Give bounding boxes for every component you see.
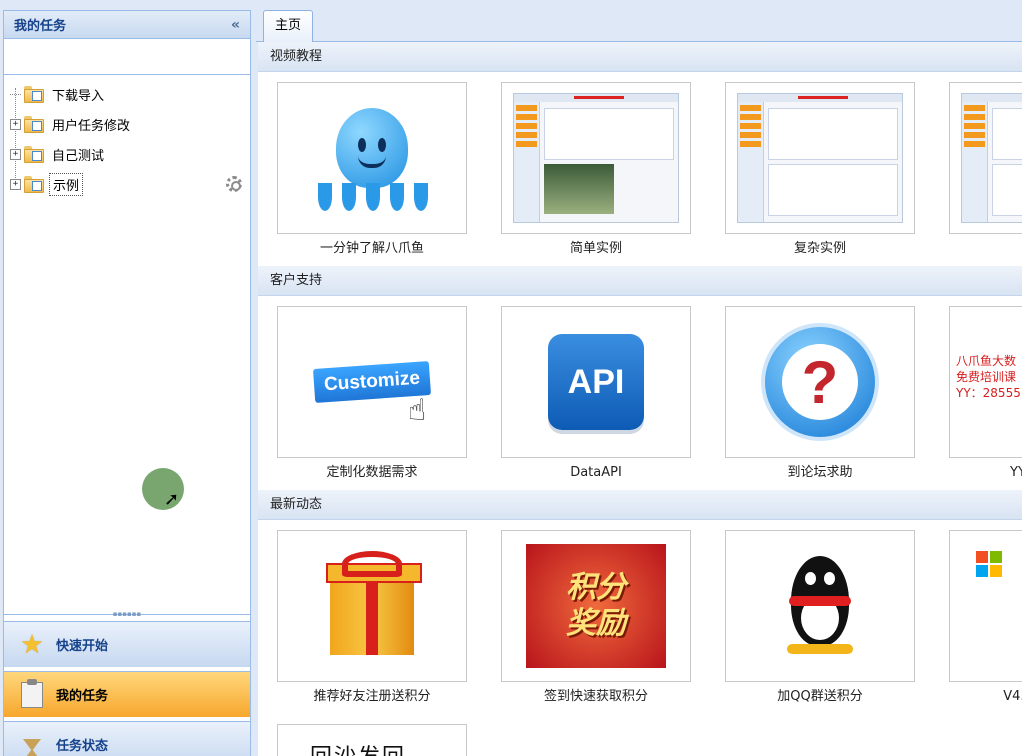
expand-icon[interactable]: + [10, 148, 21, 160]
tree-node-label: 下载导入 [52, 88, 105, 104]
section-header-video-tutorials: 视频教程 [258, 42, 1022, 72]
expand-icon[interactable]: + [10, 178, 21, 190]
hourglass-icon [18, 731, 46, 756]
card-qr-partial[interactable]: 回沙发回 [277, 724, 467, 756]
gift-box-icon [326, 563, 422, 655]
yy-line: YY：28555 [956, 386, 1021, 400]
card-caption[interactable]: V4.0发布，全 [949, 682, 1022, 712]
gift-thumbnail[interactable] [277, 530, 467, 682]
tree-node-label: 示例 [49, 172, 84, 196]
card-qq-group-points[interactable]: 加QQ群送积分 [725, 530, 915, 712]
card-yy-course[interactable]: 八爪鱼大数 免费培训课 YY：28555 YY免费课程 [949, 306, 1022, 488]
tree-node-example[interactable]: + 示例 [4, 169, 250, 199]
api-thumbnail[interactable]: API [501, 306, 691, 458]
release-thumbnail[interactable] [949, 530, 1022, 682]
folder-icon [23, 86, 45, 103]
card-simple-example[interactable]: 简单实例 [501, 82, 691, 264]
tree-node-label: 自己测试 [52, 148, 105, 164]
latest-news-cards: 推荐好友注册送积分 积分 奖励 签到快速获取积分 加QQ群送积分 V4 [258, 520, 1022, 714]
task-tree: 下载导入 + 用户任务修改 + 自己测试 + 示例 ➚ [4, 75, 250, 615]
accordion-quick-start[interactable]: ★ 快速开始 [4, 621, 250, 667]
question-glyph: ? [782, 344, 858, 420]
tree-node-download-import[interactable]: 下载导入 [4, 79, 250, 109]
accordion-task-status[interactable]: 任务状态 [4, 721, 250, 756]
card-advanced-example[interactable]: 高 [949, 82, 1022, 264]
gear-icon[interactable] [226, 176, 242, 192]
left-panel: 我的任务 « 下载导入 + 用户任务修改 + 自己测试 + 示例 ➚ ▪▪▪▪▪… [3, 10, 251, 756]
screenshot-thumbnail[interactable] [949, 82, 1022, 234]
tab-bar: 主页 [256, 0, 1022, 42]
left-panel-title: 我的任务 [14, 19, 67, 34]
accordion-my-tasks[interactable]: 我的任务 [4, 671, 250, 717]
windows-logo-icon [976, 551, 1002, 577]
card-data-api[interactable]: API DataAPI [501, 306, 691, 488]
clipboard-icon [18, 678, 46, 709]
customer-support-cards: Customize ☝ 定制化数据需求 API DataAPI ? 到论坛求助 … [258, 296, 1022, 490]
card-forum-help[interactable]: ? 到论坛求助 [725, 306, 915, 488]
yy-line: 免费培训课 [956, 370, 1017, 384]
qr-code-partial-text: 回沙发回 [278, 739, 438, 756]
tree-connector [10, 93, 21, 95]
card-caption[interactable]: 高 [949, 234, 1022, 264]
yy-thumbnail[interactable]: 八爪鱼大数 免费培训课 YY：28555 [949, 306, 1022, 458]
card-complex-example[interactable]: 复杂实例 [725, 82, 915, 264]
points-reward-banner: 积分 奖励 [526, 544, 666, 668]
question-mark-icon: ? [761, 323, 879, 441]
card-caption[interactable]: 签到快速获取积分 [501, 682, 691, 712]
card-caption[interactable]: 复杂实例 [725, 234, 915, 264]
tree-search-box[interactable] [4, 39, 250, 75]
home-content: 视频教程 一分钟了解八爪鱼 简单实例 复杂实例 客户支持 Customize ☝… [258, 42, 1022, 756]
gift-bow [342, 551, 402, 577]
mouse-cursor-icon: ➚ [164, 489, 180, 510]
card-v4-release[interactable]: V4.0发布，全 [949, 530, 1022, 712]
qq-penguin-icon [785, 556, 855, 656]
card-caption[interactable]: 一分钟了解八爪鱼 [277, 234, 467, 264]
yy-course-text: 八爪鱼大数 免费培训课 YY：28555 [956, 353, 1021, 401]
customize-thumbnail[interactable]: Customize ☝ [277, 306, 467, 458]
tab-home[interactable]: 主页 [263, 10, 313, 42]
section-header-latest-news: 最新动态 [258, 490, 1022, 520]
left-panel-header: 我的任务 « [4, 11, 250, 39]
tree-node-label: 用户任务修改 [52, 118, 131, 134]
card-caption[interactable]: 定制化数据需求 [277, 458, 467, 488]
banner-line: 积分 [566, 570, 626, 605]
card-checkin-points[interactable]: 积分 奖励 签到快速获取积分 [501, 530, 691, 712]
splitter-grip[interactable]: ▪▪▪▪▪▪ [4, 611, 250, 619]
qq-thumbnail[interactable] [725, 530, 915, 682]
card-one-minute-intro[interactable]: 一分钟了解八爪鱼 [277, 82, 467, 264]
card-caption[interactable]: 推荐好友注册送积分 [277, 682, 467, 712]
star-icon: ★ [20, 629, 44, 660]
folder-icon [23, 146, 45, 163]
video-tutorial-cards: 一分钟了解八爪鱼 简单实例 复杂实例 高 [258, 72, 1022, 266]
card-caption[interactable]: 简单实例 [501, 234, 691, 264]
tree-node-self-test[interactable]: + 自己测试 [4, 139, 250, 169]
folder-icon [23, 116, 45, 133]
yy-line: 八爪鱼大数 [956, 354, 1017, 368]
points-reward-thumbnail[interactable]: 积分 奖励 [501, 530, 691, 682]
card-custom-data[interactable]: Customize ☝ 定制化数据需求 [277, 306, 467, 488]
collapse-icon[interactable]: « [231, 17, 240, 33]
help-thumbnail[interactable]: ? [725, 306, 915, 458]
banner-line: 奖励 [566, 606, 626, 641]
tree-node-user-task-edit[interactable]: + 用户任务修改 [4, 109, 250, 139]
accordion-label: 快速开始 [56, 639, 109, 654]
card-caption[interactable]: DataAPI [501, 458, 691, 488]
expand-icon[interactable]: + [10, 118, 21, 130]
accordion-label: 任务状态 [56, 739, 109, 754]
screenshot-thumbnail[interactable] [501, 82, 691, 234]
card-caption[interactable]: 加QQ群送积分 [725, 682, 915, 712]
octopus-mascot-thumbnail[interactable] [277, 82, 467, 234]
card-caption[interactable]: YY免费课程 [949, 458, 1022, 488]
accordion-label: 我的任务 [56, 689, 109, 704]
folder-icon [23, 176, 45, 193]
api-icon: API [548, 334, 644, 430]
octopus-icon [336, 108, 408, 188]
hand-cursor-icon: ☝ [408, 393, 427, 428]
tree-search-input[interactable] [4, 39, 250, 74]
section-header-customer-support: 客户支持 [258, 266, 1022, 296]
screenshot-thumbnail[interactable] [725, 82, 915, 234]
card-caption[interactable]: 到论坛求助 [725, 458, 915, 488]
card-referral-points[interactable]: 推荐好友注册送积分 [277, 530, 467, 712]
